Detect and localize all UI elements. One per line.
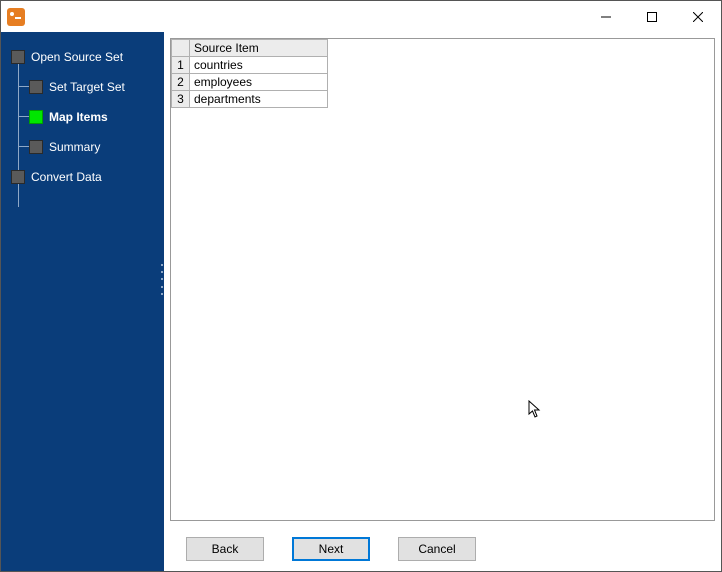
step-set-target-set[interactable]: Set Target Set bbox=[1, 72, 164, 102]
cancel-button[interactable]: Cancel bbox=[398, 537, 476, 561]
step-summary[interactable]: Summary bbox=[1, 132, 164, 162]
next-button[interactable]: Next bbox=[292, 537, 370, 561]
step-status-icon bbox=[29, 110, 43, 124]
row-number[interactable]: 2 bbox=[172, 74, 190, 91]
step-status-icon bbox=[11, 170, 25, 184]
maximize-button[interactable] bbox=[629, 1, 675, 32]
splitter-handle[interactable] bbox=[160, 262, 164, 298]
column-header-source-item[interactable]: Source Item bbox=[190, 40, 328, 57]
table-row[interactable]: 2 employees bbox=[172, 74, 328, 91]
close-button[interactable] bbox=[675, 1, 721, 32]
content-pane: Source Item 1 countries 2 employees bbox=[164, 32, 721, 527]
step-label: Set Target Set bbox=[49, 80, 125, 94]
step-label: Summary bbox=[49, 140, 100, 154]
app-icon bbox=[7, 8, 25, 26]
source-items-table[interactable]: Source Item 1 countries 2 employees bbox=[171, 39, 328, 108]
step-status-icon bbox=[29, 80, 43, 94]
step-label: Open Source Set bbox=[31, 50, 123, 64]
back-button[interactable]: Back bbox=[186, 537, 264, 561]
source-items-panel: Source Item 1 countries 2 employees bbox=[170, 38, 715, 521]
table-corner[interactable] bbox=[172, 40, 190, 57]
table-row[interactable]: 1 countries bbox=[172, 57, 328, 74]
minimize-button[interactable] bbox=[583, 1, 629, 32]
step-convert-data[interactable]: Convert Data bbox=[1, 162, 164, 192]
table-row[interactable]: 3 departments bbox=[172, 91, 328, 108]
row-number[interactable]: 3 bbox=[172, 91, 190, 108]
step-map-items[interactable]: Map Items bbox=[1, 102, 164, 132]
window-controls bbox=[583, 1, 721, 32]
step-status-icon bbox=[29, 140, 43, 154]
wizard-footer: Back Next Cancel bbox=[1, 527, 721, 571]
row-number[interactable]: 1 bbox=[172, 57, 190, 74]
wizard-sidebar: Open Source Set Set Target Set Map Items… bbox=[1, 32, 164, 527]
cell-source-item[interactable]: countries bbox=[190, 57, 328, 74]
step-status-icon bbox=[11, 50, 25, 64]
step-label: Map Items bbox=[49, 110, 108, 124]
step-label: Convert Data bbox=[31, 170, 102, 184]
step-open-source-set[interactable]: Open Source Set bbox=[1, 42, 164, 72]
titlebar bbox=[1, 1, 721, 32]
cell-source-item[interactable]: departments bbox=[190, 91, 328, 108]
cell-source-item[interactable]: employees bbox=[190, 74, 328, 91]
